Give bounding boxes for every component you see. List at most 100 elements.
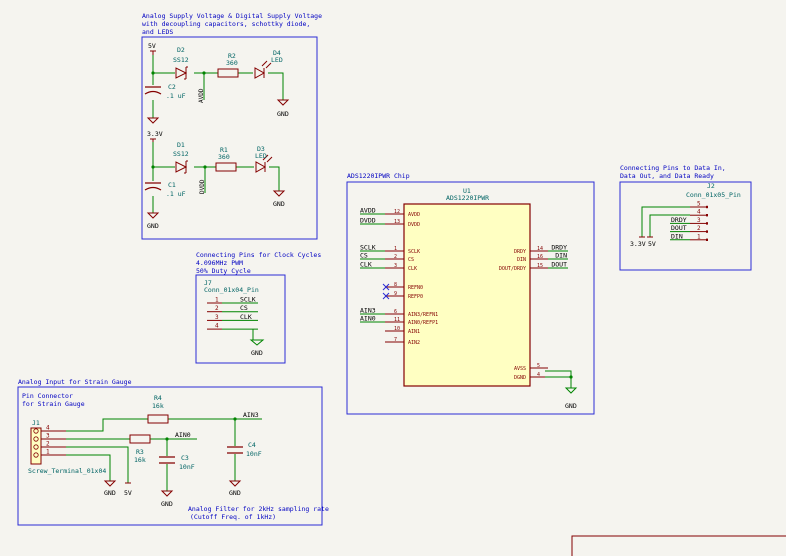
j7-pin-number: 1 — [215, 297, 219, 304]
j2-pin-number: 2 — [697, 225, 701, 232]
clock-title-line2: 4.096MHz PWM — [196, 259, 243, 267]
j1-pin-number: 4 — [46, 425, 50, 432]
j2-pin-end — [706, 222, 708, 225]
gnd-label-j1: GND — [104, 489, 116, 497]
u1-pin-name: AVDD — [408, 212, 420, 218]
c4-value: 10nF — [246, 450, 262, 458]
u1-net-label: DOUT — [551, 261, 567, 269]
j1-pin-number: 3 — [46, 433, 50, 440]
j1-ref: J1 — [32, 419, 40, 427]
j1-pin-number: 2 — [46, 441, 50, 448]
j7-net-label: SCLK — [240, 296, 256, 304]
power-33v-label: 3.3V — [147, 130, 163, 138]
u1-pin-name: DGND — [514, 375, 526, 381]
u1-pin-name: CLK — [408, 266, 417, 272]
j7-pin-number: 3 — [215, 314, 219, 321]
j2-pin-end — [706, 230, 708, 233]
filter-note-line1: Analog Filter for 2kHz sampling rate — [188, 505, 329, 513]
avdd-net-label: AVDD — [198, 88, 205, 103]
j2-33v-label: 3.3V — [630, 240, 646, 248]
u1-pin-number: 11 — [394, 317, 400, 323]
j2-pin-end — [706, 214, 708, 217]
j1-value: Screw_Terminal_01x04 — [28, 467, 106, 475]
j1-pin-number: 1 — [46, 449, 50, 456]
c2-value: .1 uF — [166, 92, 186, 100]
d2-ref: D2 — [177, 46, 185, 54]
u1-pin-number: 1 — [394, 246, 397, 252]
clock-title-line3: 50% Duty Cycle — [196, 267, 251, 275]
junction-c3 — [165, 437, 169, 441]
j7-pin-number: 2 — [215, 305, 219, 312]
j2-pin-end — [706, 205, 708, 209]
u1-pin-name: AIN2 — [408, 340, 420, 346]
junction-33v-cap — [151, 165, 155, 169]
u1-net-label: DVDD — [360, 217, 376, 225]
gnd-label-d4: GND — [277, 110, 289, 118]
analog-title: Analog Input for Strain Gauge — [18, 378, 132, 386]
u1-pin-name: DIN — [517, 257, 526, 263]
u1-pin-number: 2 — [394, 254, 397, 260]
c4-ref: C4 — [248, 441, 256, 449]
j2-net-label: DOUT — [671, 224, 687, 232]
u1-net-label: DRDY — [551, 244, 567, 252]
junction-5v-cap — [151, 71, 155, 75]
r3-value: 16k — [134, 456, 146, 464]
j7-pin-number: 4 — [215, 323, 219, 330]
u1-net-label: CS — [360, 252, 368, 260]
u1-net-label: DIN — [555, 252, 567, 260]
ain3-net-label: AIN3 — [243, 411, 259, 419]
j2-pin-number: 1 — [697, 233, 701, 240]
c3-value: 10nF — [179, 463, 195, 471]
d4-value: LED — [271, 56, 283, 64]
j2-pin-number: 5 — [697, 201, 701, 208]
j7-net-label: CS — [240, 304, 248, 312]
r4-ref: R4 — [154, 394, 162, 402]
u1-pin-name: DRDY — [514, 249, 526, 255]
j2-pin-number: 4 — [697, 209, 701, 216]
u1-pin-number: 16 — [537, 254, 543, 260]
junction-u1-gnd — [569, 375, 573, 379]
d1-value: SS12 — [173, 150, 189, 158]
sheet-background — [0, 0, 786, 556]
gnd-label-c1: GND — [147, 222, 159, 230]
u1-gnd-label: GND — [565, 402, 577, 410]
c3-ref: C3 — [181, 454, 189, 462]
junction-c4 — [233, 417, 237, 421]
gnd-label-c3: GND — [161, 500, 173, 508]
u1-pin-name: REFP0 — [408, 294, 423, 300]
j2-value: Conn_01x05_Pin — [686, 191, 741, 199]
u1-pin-number: 5 — [537, 363, 540, 369]
j7-value: Conn_01x04_Pin — [204, 286, 259, 294]
j2-net-label: DRDY — [671, 216, 687, 224]
supply-title-line3: and LEDS — [142, 28, 173, 36]
u1-pin-number: 6 — [394, 309, 397, 315]
r2-value: 360 — [226, 59, 238, 67]
analog-sub-line2: for Strain Gauge — [22, 400, 85, 408]
u1-pin-number: 14 — [537, 246, 543, 252]
u1-pin-name: DOUT/DRDY — [499, 266, 526, 272]
u1-pin-name: AVSS — [514, 366, 526, 372]
d1-ref: D1 — [177, 141, 185, 149]
d3-value: LED — [255, 152, 267, 160]
dvdd-net-label: DVDD — [199, 179, 206, 194]
junction-dvdd — [203, 165, 207, 169]
u1-net-label: CLK — [360, 261, 372, 269]
adc-title: ADS1220IPWR Chip — [347, 172, 410, 180]
gnd-label-d3: GND — [273, 200, 285, 208]
u1-pin-number: 13 — [394, 219, 400, 225]
u1-pin-name: DVDD — [408, 222, 420, 228]
junction-avdd — [202, 71, 206, 75]
u1-pin-number: 8 — [394, 282, 397, 288]
u1-pin-name: AIN0/REFP1 — [408, 320, 438, 326]
ain0-net-label: AIN0 — [175, 431, 191, 439]
j2-pin-end — [706, 238, 708, 241]
j2-net-label: DIN — [671, 232, 683, 240]
j7-gnd-label: GND — [251, 349, 263, 357]
u1-pin-number: 4 — [537, 372, 540, 378]
analog-sub-line1: Pin Connector — [22, 392, 73, 400]
gnd-label-c4: GND — [229, 489, 241, 497]
u1-pin-number: 9 — [394, 291, 397, 297]
u1-net-label: AIN0 — [360, 315, 376, 323]
u1-pin-name: AIN3/REFN1 — [408, 312, 438, 318]
j2-ref: J2 — [707, 182, 715, 190]
